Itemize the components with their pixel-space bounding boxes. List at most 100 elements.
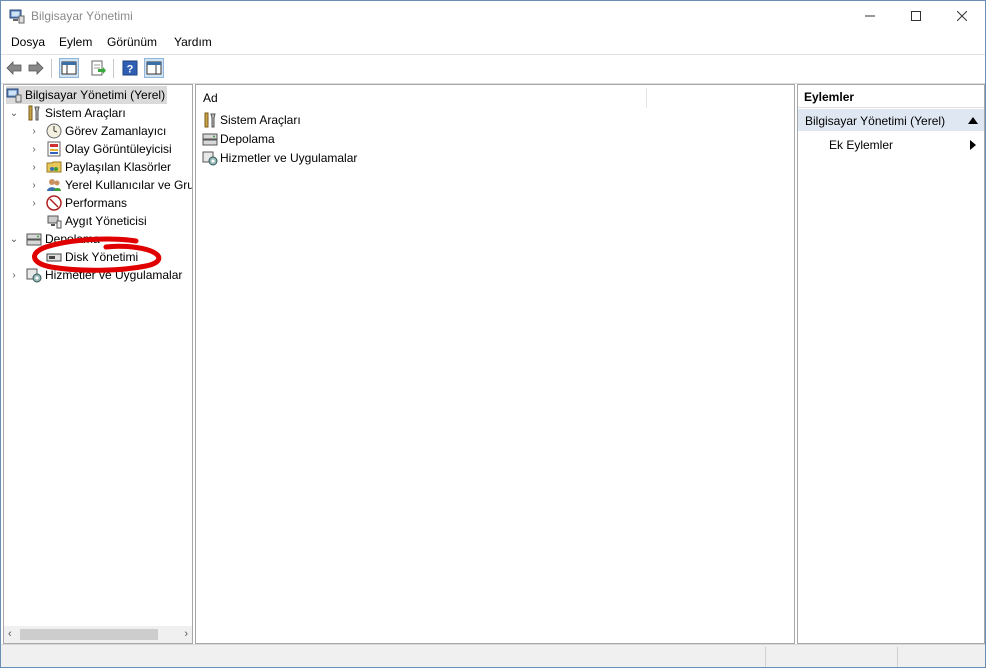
storage-icon: [26, 233, 42, 246]
menu-file[interactable]: Dosya: [11, 35, 45, 49]
chevron-right-icon[interactable]: ›: [28, 140, 40, 158]
performance-icon: [46, 195, 62, 211]
forward-icon: [28, 61, 44, 75]
device-manager-icon: [47, 215, 62, 229]
tree-item-system-tools[interactable]: ⌄ Sistem Araçları: [8, 104, 126, 122]
title-bar: Bilgisayar Yönetimi: [1, 1, 985, 31]
menu-action[interactable]: Eylem: [59, 35, 92, 49]
actions-title: Eylemler: [804, 90, 855, 104]
collapse-up-icon[interactable]: [968, 117, 978, 124]
svg-text:?: ?: [127, 64, 134, 76]
tree-label: Disk Yönetimi: [65, 250, 139, 264]
minimize-icon: [865, 15, 875, 17]
show-hide-console-tree-icon: [61, 61, 77, 75]
status-separator: [765, 647, 766, 667]
menu-help[interactable]: Yardım: [174, 35, 212, 49]
tree-item-task-scheduler[interactable]: › Görev Zamanlayıcı: [28, 122, 166, 140]
services-icon: [26, 268, 42, 283]
chevron-right-icon[interactable]: ›: [28, 176, 40, 194]
tree-label: Olay Görüntüleyicisi: [65, 142, 172, 156]
list-item[interactable]: Hizmetler ve Uygulamalar: [202, 148, 357, 167]
status-bar: [1, 644, 985, 667]
tree-item-performance[interactable]: › Performans: [28, 194, 127, 212]
tree-label: Paylaşılan Klasörler: [65, 160, 172, 174]
back-icon: [6, 61, 22, 75]
status-separator: [897, 647, 898, 667]
tree-item-services-apps[interactable]: › Hizmetler ve Uygulamalar: [8, 266, 182, 284]
actions-header: Eylemler: [798, 85, 984, 108]
storage-icon: [202, 133, 218, 145]
tree-item-shared-folders[interactable]: › Paylaşılan Klasörler: [28, 158, 171, 176]
app-window: Bilgisayar Yönetimi Dosya Eylem Görünüm …: [0, 0, 986, 668]
show-hide-action-pane-icon: [146, 61, 162, 75]
list-item[interactable]: Depolama: [202, 129, 275, 148]
toolbar: ?: [1, 54, 985, 84]
submenu-arrow-icon[interactable]: [970, 140, 976, 150]
help-icon: ?: [122, 60, 138, 76]
export-list-icon: [91, 60, 106, 76]
tree-item-event-viewer[interactable]: › Olay Görüntüleyicisi: [28, 140, 172, 158]
minimize-button[interactable]: [847, 1, 893, 31]
close-icon: [957, 11, 967, 21]
actions-section-title: Bilgisayar Yönetimi (Yerel): [805, 114, 946, 128]
column-header[interactable]: Ad: [196, 85, 794, 110]
chevron-right-icon[interactable]: ›: [28, 122, 40, 140]
scrollbar-thumb[interactable]: [20, 629, 158, 640]
tree-item-local-users[interactable]: › Yerel Kullanıcılar ve Gru: [28, 176, 193, 194]
chevron-right-icon[interactable]: ›: [8, 266, 20, 284]
shared-folder-icon: [46, 161, 62, 173]
chevron-down-icon[interactable]: ⌄: [8, 104, 20, 122]
tree-label: Görev Zamanlayıcı: [65, 124, 167, 138]
computer-management-icon: [9, 9, 25, 24]
show-hide-console-tree-button[interactable]: [59, 58, 79, 78]
services-icon: [202, 151, 218, 165]
tree-label: Depolama: [45, 232, 100, 246]
menu-view[interactable]: Görünüm: [107, 35, 157, 49]
tree-item-root[interactable]: Bilgisayar Yönetimi (Yerel): [6, 86, 168, 104]
console-tree-pane: Bilgisayar Yönetimi (Yerel) ⌄ Sistem Ara…: [3, 84, 193, 644]
tree-label: Aygıt Yöneticisi: [65, 214, 147, 228]
chevron-right-icon[interactable]: ›: [28, 194, 40, 212]
disk-management-icon: [46, 253, 62, 262]
actions-pane: Eylemler Bilgisayar Yönetimi (Yerel) Ek …: [797, 84, 985, 644]
result-pane: Ad Sistem Araçları Depolama Hizmetler ve…: [195, 84, 795, 644]
scroll-left-icon[interactable]: ‹: [8, 628, 12, 640]
column-name-header[interactable]: Ad: [203, 91, 218, 105]
show-hide-action-pane-button[interactable]: [144, 58, 164, 78]
tree-label: Bilgisayar Yönetimi (Yerel): [25, 88, 166, 102]
actions-section[interactable]: Bilgisayar Yönetimi (Yerel): [798, 109, 984, 131]
tree-item-device-manager[interactable]: Aygıt Yöneticisi: [46, 212, 147, 230]
export-list-button[interactable]: [89, 59, 107, 77]
column-divider[interactable]: [646, 88, 647, 108]
maximize-icon: [911, 11, 921, 21]
horizontal-scrollbar[interactable]: ‹ ›: [4, 626, 192, 643]
back-button[interactable]: [5, 59, 23, 77]
list-item-label: Depolama: [220, 131, 275, 146]
chevron-right-icon[interactable]: ›: [28, 158, 40, 176]
menu-bar: Dosya Eylem Görünüm Yardım: [1, 32, 985, 53]
tree-label: Yerel Kullanıcılar ve Gru: [65, 178, 193, 192]
tree-label: Performans: [65, 196, 128, 210]
tools-icon: [204, 112, 216, 127]
window-title: Bilgisayar Yönetimi: [31, 9, 133, 23]
list-item-label: Sistem Araçları: [220, 112, 301, 127]
computer-management-icon: [6, 88, 22, 103]
tree-item-disk-management[interactable]: Disk Yönetimi: [46, 248, 138, 266]
list-item-label: Hizmetler ve Uygulamalar: [220, 150, 358, 165]
event-viewer-icon: [47, 141, 61, 157]
maximize-button[interactable]: [893, 1, 939, 31]
more-actions-item[interactable]: Ek Eylemler: [829, 138, 893, 152]
help-button[interactable]: ?: [121, 59, 139, 77]
clock-icon: [46, 123, 62, 139]
users-icon: [47, 179, 61, 191]
tree-item-storage[interactable]: ⌄ Depolama: [8, 230, 100, 248]
toolbar-separator: [113, 59, 114, 78]
forward-button[interactable]: [27, 59, 45, 77]
list-item[interactable]: Sistem Araçları: [202, 110, 301, 129]
tools-icon: [28, 105, 40, 121]
scroll-right-icon[interactable]: ›: [184, 628, 188, 640]
tree-label: Hizmetler ve Uygulamalar: [45, 268, 183, 282]
close-button[interactable]: [939, 1, 985, 31]
chevron-down-icon[interactable]: ⌄: [8, 230, 20, 248]
toolbar-separator: [51, 59, 52, 78]
